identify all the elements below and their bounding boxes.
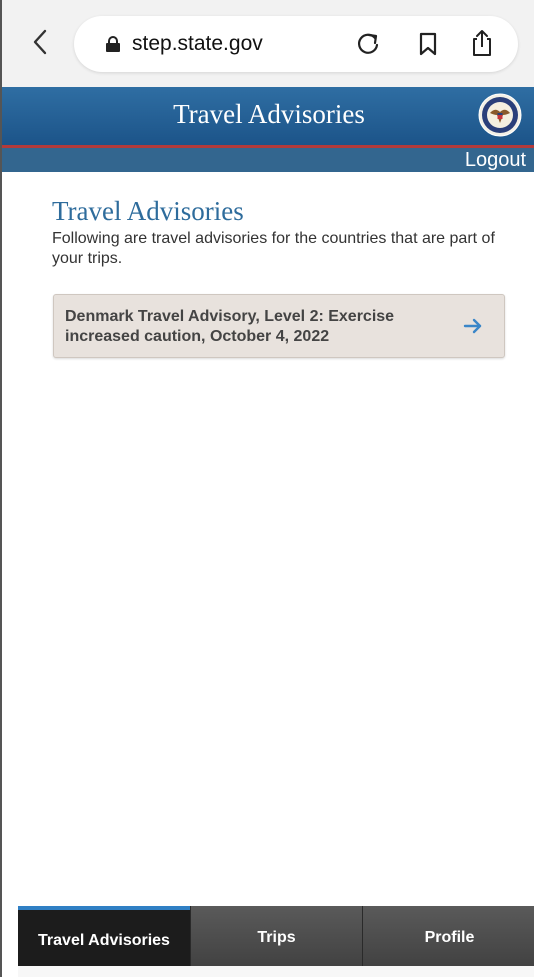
tab-label: Travel Advisories — [38, 932, 170, 949]
bottom-safe-area — [18, 966, 534, 977]
bookmark-icon[interactable] — [414, 30, 442, 58]
tab-travel-advisories[interactable]: Travel Advisories — [18, 906, 190, 966]
address-bar[interactable]: step.state.gov — [74, 16, 518, 72]
advisory-item[interactable]: Denmark Travel Advisory, Level 2: Exerci… — [53, 294, 505, 358]
subheader-bar: Logout — [2, 148, 534, 172]
tab-label: Profile — [424, 929, 475, 946]
lock-icon — [106, 36, 120, 52]
advisory-item-label: Denmark Travel Advisory, Level 2: Exerci… — [65, 308, 395, 345]
tab-trips[interactable]: Trips — [190, 906, 362, 966]
state-department-seal-icon — [478, 93, 522, 137]
back-icon[interactable] — [32, 28, 56, 62]
page-title: Travel Advisories — [52, 196, 244, 226]
share-icon[interactable] — [468, 28, 496, 58]
bottom-tab-bar: Travel Advisories Trips Profile — [18, 906, 534, 966]
tab-label: Trips — [257, 929, 296, 946]
header-title: Travel Advisories — [173, 99, 365, 129]
browser-toolbar: step.state.gov — [2, 0, 534, 87]
reload-icon[interactable] — [354, 30, 382, 58]
site-header: Travel Advisories — [2, 87, 534, 145]
page-description: Following are travel advisories for the … — [52, 230, 495, 267]
arrow-right-icon — [462, 315, 484, 337]
logout-link[interactable]: Logout — [465, 148, 526, 172]
url-text: step.state.gov — [132, 32, 263, 55]
app-frame: step.state.gov Travel Advisories Logout … — [0, 0, 534, 977]
tab-profile[interactable]: Profile — [362, 906, 534, 966]
